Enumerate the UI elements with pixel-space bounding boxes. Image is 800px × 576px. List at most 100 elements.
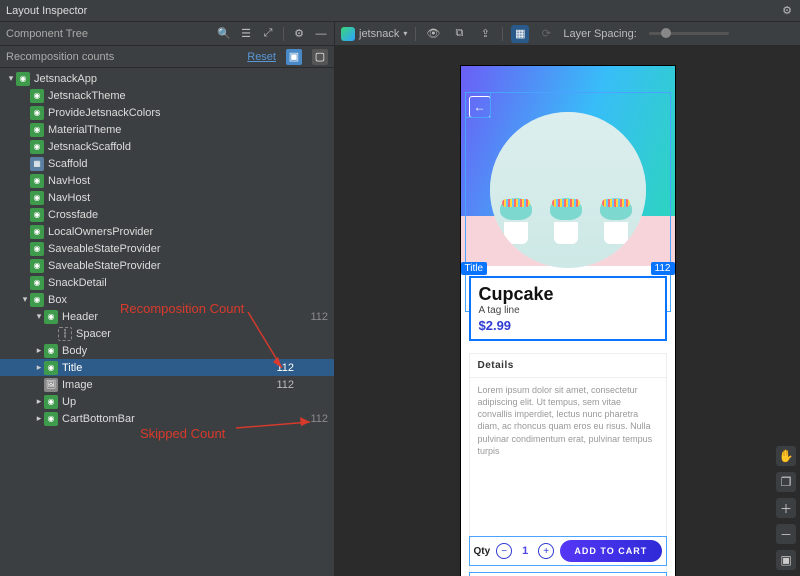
comp-icon: ◉ xyxy=(44,344,58,358)
tree-node[interactable]: ◉ JetsnackTheme xyxy=(0,87,334,104)
tree-node[interactable]: ◉MaterialTheme xyxy=(0,121,334,138)
spacer-icon: ┆ xyxy=(58,327,72,341)
tree-node[interactable]: ┆Spacer xyxy=(0,325,334,342)
recomp-count-column-icon[interactable]: ▣ xyxy=(286,49,302,65)
zoom-in-icon[interactable]: ＋ xyxy=(776,498,796,518)
skipped-count xyxy=(300,379,328,391)
tree-node[interactable]: ◉ SaveableStateProvider xyxy=(0,240,334,257)
recomp-count: 112 xyxy=(266,379,294,391)
component-tree-panel: Component Tree 🔍 ☰ ⤢ ⚙ — Recomposition c… xyxy=(0,22,335,576)
view-options-icon[interactable]: ⚙ xyxy=(292,27,306,41)
skipped-count-column-icon[interactable]: ▢ xyxy=(312,49,328,65)
tree-twisty[interactable]: ▸ xyxy=(34,362,44,373)
toggle-3d-icon[interactable]: ▦ xyxy=(511,25,529,43)
tree-twisty[interactable]: ▾ xyxy=(6,73,16,84)
qty-increment-button[interactable]: + xyxy=(538,543,554,559)
component-tree[interactable]: ▾◉JetsnackApp◉JetsnackTheme◉ProvideJetsn… xyxy=(0,68,334,576)
skipped-count: 112 xyxy=(300,413,328,425)
zoom-fit-icon[interactable]: ▣ xyxy=(776,550,796,570)
layers-icon[interactable]: ❐ xyxy=(776,472,796,492)
comp-icon: ◉ xyxy=(44,361,58,375)
selection-count: 112 xyxy=(651,262,675,275)
tree-node[interactable]: ◉SaveableStateProvider xyxy=(0,257,334,274)
product-title: Cupcake xyxy=(479,284,657,305)
refresh-icon[interactable]: ⟳ xyxy=(537,25,555,43)
tree-node-name: NavHost xyxy=(48,192,90,204)
tree-node-name: Crossfade xyxy=(48,209,98,221)
qty-decrement-button[interactable]: − xyxy=(496,543,512,559)
tree-twisty[interactable]: ▸ xyxy=(34,345,44,356)
annotation-skipped-count: Skipped Count xyxy=(140,426,226,441)
tree-node[interactable]: ▾◉JetsnackApp xyxy=(0,70,334,87)
tree-node-name: JetsnackScaffold xyxy=(48,141,131,153)
comp-icon: ◉ xyxy=(30,225,44,239)
tree-node[interactable]: ▦Scaffold xyxy=(0,155,334,172)
live-updates-icon[interactable]: 👁 xyxy=(424,25,442,43)
tree-node-name: Scaffold xyxy=(48,158,88,170)
tree-node-name: Body xyxy=(62,345,87,357)
tree-node[interactable]: ▾◉Box xyxy=(0,291,334,308)
expand-icon[interactable]: ⤢ xyxy=(261,27,275,41)
process-selector[interactable]: jetsnack ▾ xyxy=(341,27,407,41)
title-block: Cupcake A tag line $2.99 xyxy=(469,276,667,341)
tree-node-name: SaveableStateProvider xyxy=(48,243,161,255)
pan-icon[interactable]: ✋ xyxy=(776,446,796,466)
qty-value: 1 xyxy=(518,545,532,557)
filter-icon[interactable]: ☰ xyxy=(239,27,253,41)
details-body: Lorem ipsum dolor sit amet, consectetur … xyxy=(470,378,666,463)
comp-icon: ◉ xyxy=(30,191,44,205)
tree-node[interactable]: ▸◉ Up xyxy=(0,393,334,410)
tree-node[interactable]: ◉ LocalOwnersProvider xyxy=(0,223,334,240)
product-price: $2.99 xyxy=(479,318,657,333)
selection-label: Title xyxy=(461,262,488,275)
tree-node-name: SaveableStateProvider xyxy=(48,260,161,272)
tree-node[interactable]: ◉ NavHost xyxy=(0,189,334,206)
tree-node[interactable]: ◉ProvideJetsnackColors xyxy=(0,104,334,121)
comp-icon: ◉ xyxy=(30,208,44,222)
tree-node-name: JetsnackTheme xyxy=(48,90,126,102)
layer-spacing-slider[interactable] xyxy=(649,32,729,35)
comp-icon: ◉ xyxy=(44,395,58,409)
img-icon: 🖼 xyxy=(44,378,58,392)
tree-node[interactable]: ◉JetsnackScaffold xyxy=(0,138,334,155)
details-header: Details xyxy=(470,354,666,378)
recomp-count xyxy=(266,413,294,425)
tree-node-name: LocalOwnersProvider xyxy=(48,226,153,238)
snapshot-icon[interactable]: ⧉ xyxy=(450,25,468,43)
recomposition-counts-label: Recomposition counts xyxy=(6,51,114,63)
tree-node-name: MaterialTheme xyxy=(48,124,121,136)
tree-node[interactable]: ▸◉Title112 xyxy=(0,359,334,376)
search-icon[interactable]: 🔍 xyxy=(217,27,231,41)
tree-node-name: SnackDetail xyxy=(48,277,107,289)
tree-node-name: Up xyxy=(62,396,76,408)
recomp-count: 112 xyxy=(266,362,294,374)
tree-node-name: Header xyxy=(62,311,98,323)
tree-node[interactable]: ◉ Crossfade xyxy=(0,206,334,223)
tree-twisty[interactable]: ▾ xyxy=(20,294,30,305)
tree-twisty[interactable]: ▾ xyxy=(34,311,44,322)
add-to-cart-button[interactable]: ADD TO CART xyxy=(560,540,661,562)
comp-icon: ◉ xyxy=(30,174,44,188)
settings-icon[interactable]: ⚙ xyxy=(780,4,794,18)
tree-node[interactable]: 🖼 Image 112 xyxy=(0,376,334,393)
comp-icon: ◉ xyxy=(30,276,44,290)
collapse-icon[interactable]: — xyxy=(314,27,328,41)
comp-icon: ◉ xyxy=(30,89,44,103)
tree-node[interactable]: ◉NavHost xyxy=(0,172,334,189)
tree-node-name: Image xyxy=(62,379,93,391)
zoom-out-icon[interactable]: － xyxy=(776,524,796,544)
tree-node[interactable]: ▸◉CartBottomBar112 xyxy=(0,410,334,427)
layout-preview-stage[interactable]: ← Title 112 Cupcake A tag line xyxy=(335,46,800,576)
tree-twisty[interactable]: ▸ xyxy=(34,413,44,424)
tree-node[interactable]: ▾◉Header112 xyxy=(0,308,334,325)
comp-icon: ◉ xyxy=(30,242,44,256)
layer-spacing-label: Layer Spacing: xyxy=(563,28,636,40)
reset-button[interactable]: Reset xyxy=(247,51,276,63)
product-tagline: A tag line xyxy=(479,305,657,316)
tree-node[interactable]: ▸◉ Body xyxy=(0,342,334,359)
comp-icon: ◉ xyxy=(44,310,58,324)
tree-node[interactable]: ◉ SnackDetail xyxy=(0,274,334,291)
tree-twisty[interactable]: ▸ xyxy=(34,396,44,407)
export-icon[interactable]: ⇪ xyxy=(476,25,494,43)
app-icon: ◉ xyxy=(16,72,30,86)
